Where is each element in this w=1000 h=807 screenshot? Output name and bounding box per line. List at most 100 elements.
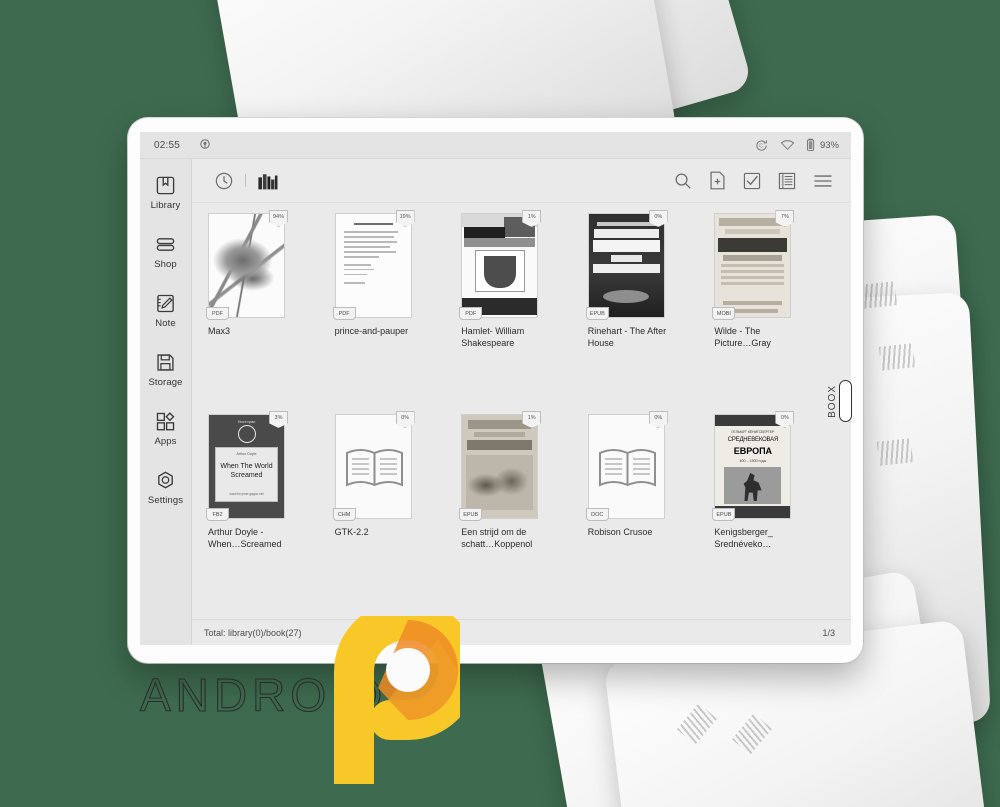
book-title: Robison Crusoe — [587, 527, 653, 537]
format-badge: EPUB — [459, 508, 483, 521]
book-cover[interactable]: Нистории Arthur Doyle When The World Scre… — [206, 411, 288, 521]
boox-brand-label: BOOX — [826, 384, 838, 418]
book-cover[interactable]: ГЕЛЬМУТ КЁНИГСБЕРГЕР СРЕДНЕВЕКОВАЯ ЕВРОП… — [712, 411, 795, 521]
book-cover[interactable]: 1% EPUB — [459, 411, 542, 521]
sidebar-item-shop[interactable]: Shop — [140, 232, 191, 270]
book-item[interactable]: 94% PDF Max3 — [206, 210, 329, 414]
format-badge: FB2 — [206, 508, 229, 521]
cover-art — [715, 214, 791, 317]
speaker-grill-icon — [878, 343, 916, 371]
cover-art — [588, 415, 664, 518]
refresh-icon[interactable]: C — [755, 139, 768, 152]
list-view-icon[interactable] — [778, 172, 796, 190]
cover-art: ГЕЛЬМУТ КЁНИГСБЕРГЕР СРЕДНЕВЕКОВАЯ ЕВРОП… — [715, 415, 791, 518]
pin-location-icon — [200, 139, 211, 151]
shop-icon — [155, 232, 176, 256]
sidebar: Library Shop Note Storage Apps Settings — [140, 159, 192, 645]
format-badge: EPUB — [712, 508, 736, 521]
book-item[interactable]: 0% DOC Robison Crusoe — [585, 411, 709, 615]
sidebar-item-label: Shop — [154, 259, 177, 270]
format-badge: DOC — [585, 508, 609, 521]
screen-body: Library Shop Note Storage Apps Settings … — [140, 159, 851, 645]
search-icon[interactable] — [674, 172, 692, 190]
open-book-icon — [598, 449, 656, 487]
status-bar: 02:55 C 93% — [140, 132, 851, 159]
svg-text:C: C — [759, 143, 763, 149]
cover-art — [588, 214, 664, 317]
toolbar-divider — [245, 174, 246, 187]
menu-icon[interactable] — [813, 173, 833, 189]
add-file-icon[interactable] — [709, 171, 726, 190]
battery-icon: 93% — [807, 138, 839, 152]
ereader-device: 02:55 C 93% Library Shop Note Storage Ap… — [128, 118, 863, 663]
book-item[interactable]: 1% PDF Hamlet- William Shakespeare — [459, 210, 582, 414]
recent-icon[interactable] — [214, 171, 234, 191]
library-icon — [155, 173, 176, 197]
book-grid: 94% PDF Max3 19% PDF prince-and-pauper 1… — [192, 203, 851, 619]
sidebar-item-label: Apps — [154, 436, 177, 447]
bookshelf-icon[interactable] — [257, 171, 279, 191]
sidebar-item-apps[interactable]: Apps — [140, 409, 191, 447]
book-title: GTK-2.2 — [334, 527, 369, 537]
sidebar-item-label: Library — [150, 200, 181, 211]
sidebar-item-label: Storage — [148, 377, 183, 388]
storage-icon — [155, 350, 176, 374]
book-item[interactable]: Нистории Arthur Doyle When The World Scre… — [206, 411, 329, 615]
format-badge: MOBI — [712, 307, 736, 320]
content-area: 94% PDF Max3 19% PDF prince-and-pauper 1… — [192, 159, 851, 645]
book-title: Hamlet- William Shakespeare — [461, 326, 525, 348]
cover-art: Нистории Arthur Doyle When The World Scre… — [209, 415, 284, 518]
speaker-grill-icon — [860, 281, 898, 309]
book-cover[interactable]: 19% PDF — [332, 210, 415, 320]
toolbar — [192, 159, 851, 203]
book-title: Een strijd om de schatt…Koppenol — [461, 527, 533, 549]
speaker-grill-icon — [876, 438, 914, 466]
cover-art — [335, 415, 411, 518]
status-time: 02:55 — [154, 139, 181, 151]
page-indicator: 1/3 — [822, 627, 835, 638]
format-badge: CHM — [332, 508, 356, 521]
book-title: Arthur Doyle - When…Screamed — [208, 527, 282, 549]
book-item[interactable]: 1% EPUB Een strijd om de schatt…Koppenol — [459, 411, 582, 615]
book-cover[interactable]: 0% CHM — [332, 411, 415, 521]
book-title: Max3 — [208, 326, 231, 336]
battery-percent: 93% — [819, 139, 839, 151]
cover-art — [462, 415, 538, 518]
book-title: prince-and-pauper — [334, 326, 409, 336]
sidebar-item-settings[interactable]: Settings — [140, 468, 191, 506]
book-cover[interactable]: 0% EPUB — [585, 210, 668, 320]
book-item[interactable]: 7% MOBI Wilde - The Picture…Gray — [712, 210, 835, 414]
book-item[interactable]: 19% PDF prince-and-pauper — [332, 210, 456, 414]
book-cover[interactable]: 0% DOC — [585, 411, 668, 521]
cover-art — [209, 214, 284, 317]
book-item[interactable]: 0% EPUB Rinehart - The After House — [585, 210, 709, 414]
sidebar-item-label: Settings — [147, 495, 184, 506]
book-cover[interactable]: 1% PDF — [459, 210, 542, 320]
book-title: Kenigsberger_ Srednéveko… — [714, 527, 773, 549]
format-badge: PDF — [206, 307, 229, 320]
sidebar-item-note[interactable]: Note — [140, 291, 191, 329]
cover-art — [462, 214, 538, 317]
book-title: Rinehart - The After House — [587, 326, 667, 348]
select-icon[interactable] — [743, 172, 761, 190]
format-badge: PDF — [332, 307, 356, 320]
book-cover[interactable]: 94% PDF — [206, 210, 288, 320]
wifi-icon[interactable] — [780, 139, 795, 151]
settings-icon — [155, 468, 176, 492]
sidebar-item-library[interactable]: Library — [140, 173, 191, 211]
book-cover[interactable]: 7% MOBI — [712, 210, 795, 320]
footer-bar: Total: library(0)/book(27) 1/3 — [192, 619, 851, 645]
scene: 02:55 C 93% Library Shop Note Storage Ap… — [0, 0, 1000, 807]
apps-icon — [155, 409, 176, 433]
book-title: Wilde - The Picture…Gray — [714, 326, 771, 348]
side-button-pill[interactable] — [838, 380, 852, 422]
format-badge: EPUB — [585, 307, 609, 320]
book-item[interactable]: ГЕЛЬМУТ КЁНИГСБЕРГЕР СРЕДНЕВЕКОВАЯ ЕВРОП… — [712, 411, 835, 615]
format-badge: PDF — [459, 307, 483, 320]
boox-side-button[interactable]: BOOX — [820, 356, 858, 446]
sidebar-item-storage[interactable]: Storage — [140, 350, 191, 388]
book-item[interactable]: 0% CHM GTK-2.2 — [332, 411, 456, 615]
cover-art — [335, 214, 411, 317]
open-book-icon — [345, 449, 403, 487]
android-p-logo — [332, 599, 479, 804]
